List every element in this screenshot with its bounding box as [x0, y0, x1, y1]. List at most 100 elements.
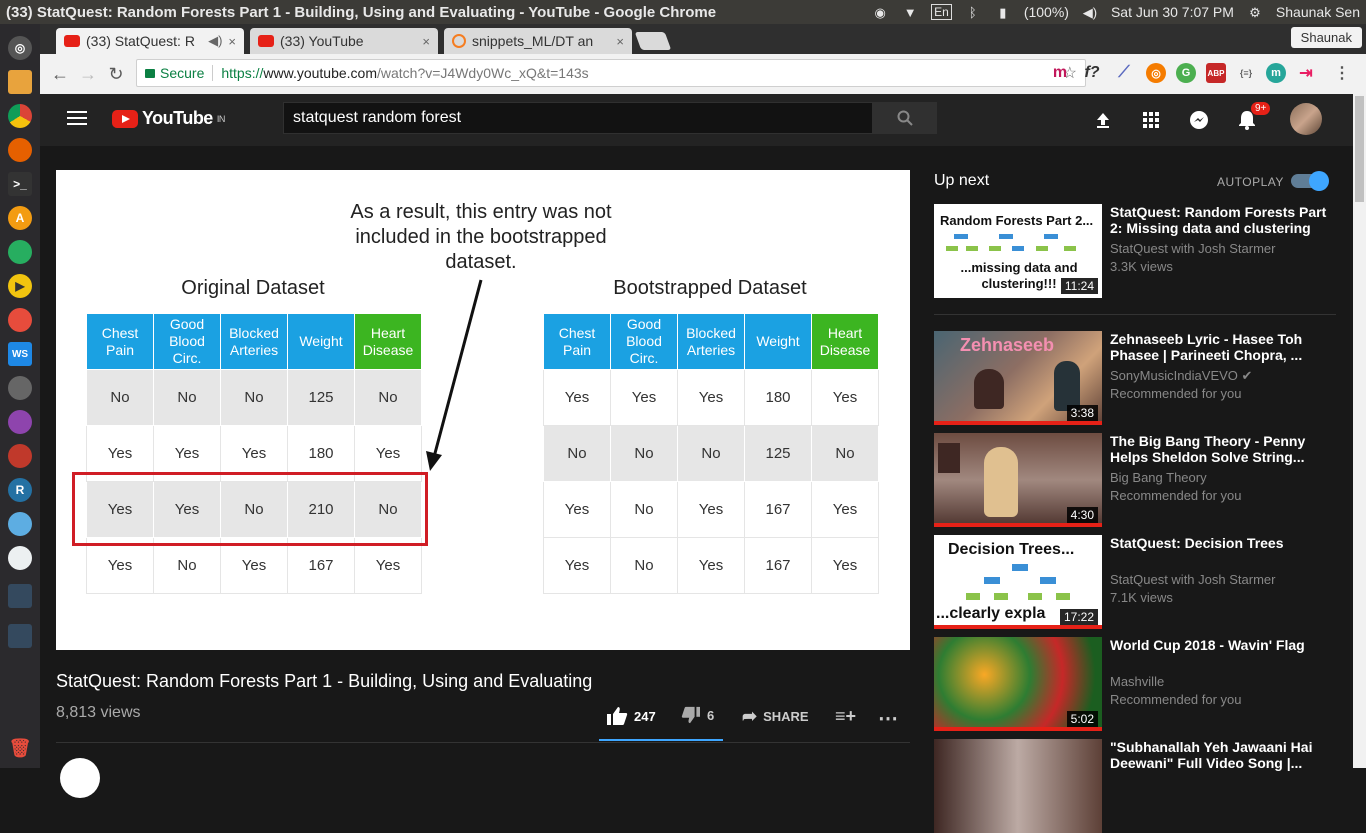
video-thumbnail[interactable]: Random Forests Part 2... ...missing data… — [934, 204, 1102, 298]
database-icon[interactable] — [8, 376, 32, 400]
recommended-video[interactable]: Zehnaseeb 3:38 Zehnaseeb Lyric - Hasee T… — [934, 331, 1334, 425]
battery-icon[interactable]: ▮ — [994, 5, 1012, 20]
video-thumbnail[interactable]: Decision Trees... ...clearly expla 17:22 — [934, 535, 1102, 629]
extension-m-icon[interactable]: m — [1050, 63, 1070, 83]
system-tray: ◉ ▼ En ᛒ ▮ (100%) ◀) Sat Jun 30 7:07 PM … — [871, 4, 1366, 20]
upload-icon[interactable] — [1091, 108, 1115, 132]
dislike-button[interactable]: 6 — [681, 706, 714, 724]
tab-close-icon[interactable]: × — [228, 34, 236, 49]
tree-diagram-graphic — [966, 564, 1070, 600]
tab-snippets[interactable]: snippets_ML/DT an × — [444, 28, 632, 54]
app-icon[interactable] — [8, 308, 32, 332]
settings-app-icon[interactable] — [8, 444, 32, 468]
json-extension-icon[interactable]: {≡} — [1236, 63, 1256, 83]
thumbs-down-icon — [681, 706, 700, 724]
toggle-knob[interactable] — [1309, 171, 1329, 191]
extension-pink-icon[interactable]: ⇥ — [1296, 63, 1316, 83]
bluetooth-icon[interactable]: ᛒ — [964, 5, 982, 20]
channel-name[interactable]: Big Bang Theory — [1110, 470, 1207, 485]
autoplay-toggle[interactable] — [1291, 171, 1329, 191]
recommended-video[interactable]: "Subhanallah Yeh Jawaani Hai Deewani" Fu… — [934, 739, 1334, 833]
video-duration: 4:30 — [1066, 507, 1098, 523]
atom-icon[interactable] — [8, 410, 32, 434]
adblock-icon[interactable]: ABP — [1206, 63, 1226, 83]
video-title-link[interactable]: The Big Bang Theory - Penny Helps Sheldo… — [1110, 433, 1330, 465]
extension-formula-icon[interactable]: f? — [1082, 63, 1102, 83]
user-name[interactable]: Shaunak Sen — [1276, 4, 1360, 20]
chrome-menu-icon[interactable]: ⋮ — [1332, 63, 1352, 83]
secure-indicator[interactable]: Secure — [145, 65, 214, 81]
address-bar[interactable]: Secure https://www.youtube.com/watch?v=J… — [136, 59, 1086, 87]
video-thumbnail[interactable]: 5:02 — [934, 637, 1102, 731]
tab-close-icon[interactable]: × — [422, 34, 430, 49]
reload-icon[interactable]: ↻ — [102, 64, 130, 85]
scrollbar-thumb[interactable] — [1355, 96, 1364, 202]
drive-icon[interactable] — [8, 584, 32, 608]
share-button[interactable]: ➦ SHARE — [742, 706, 809, 727]
video-title-link[interactable]: Zehnaseeb Lyric - Hasee Toh Phasee | Par… — [1110, 331, 1330, 363]
recommended-video[interactable]: 5:02 World Cup 2018 - Wavin' Flag Mashvi… — [934, 637, 1334, 731]
youtube-logo[interactable]: YouTube IN — [112, 108, 225, 129]
channel-name[interactable]: Mashville — [1110, 674, 1164, 689]
add-to-playlist-icon[interactable]: ≡+ — [835, 706, 856, 727]
recommended-video[interactable]: Decision Trees... ...clearly expla 17:22… — [934, 535, 1334, 629]
tab-youtube[interactable]: (33) YouTube × — [250, 28, 438, 54]
notification-count-badge: 9+ — [1251, 102, 1271, 115]
chat-icon[interactable]: ◉ — [871, 5, 889, 20]
apps-grid-icon[interactable] — [1139, 108, 1163, 132]
wifi-icon[interactable]: ▼ — [901, 5, 919, 20]
tab-statquest[interactable]: (33) StatQuest: R ◀) × — [56, 28, 244, 54]
webstorm-icon[interactable]: WS — [8, 342, 32, 366]
r-icon[interactable]: R — [8, 478, 32, 502]
ubuntu-icon[interactable]: ◎ — [8, 36, 32, 60]
media-player-icon[interactable]: ▶ — [8, 274, 32, 298]
extension-orange-icon[interactable]: ◎ — [1146, 63, 1166, 83]
channel-name[interactable]: StatQuest with Josh Starmer — [1110, 241, 1275, 256]
profile-button[interactable]: Shaunak — [1290, 27, 1362, 48]
drive-icon-2[interactable] — [8, 624, 32, 648]
disk-usage-icon[interactable] — [8, 546, 32, 570]
terminal-icon[interactable]: >_ — [8, 172, 32, 196]
files-icon[interactable] — [8, 70, 32, 94]
firefox-icon[interactable] — [8, 138, 32, 162]
channel-name[interactable]: SonyMusicIndiaVEVO ✔ — [1110, 368, 1252, 384]
ubuntu-software-icon[interactable]: A — [8, 206, 32, 230]
search-input[interactable]: statquest random forest — [283, 102, 873, 134]
settings-icon[interactable]: ⚙ — [1246, 5, 1264, 20]
channel-avatar[interactable] — [60, 758, 100, 798]
video-title-link[interactable]: World Cup 2018 - Wavin' Flag — [1110, 637, 1330, 653]
weather-icon[interactable] — [8, 512, 32, 536]
chrome-icon[interactable] — [8, 104, 32, 128]
recommended-video[interactable]: Random Forests Part 2... ...missing data… — [934, 204, 1334, 298]
like-button[interactable]: 247 — [606, 706, 656, 726]
more-actions-icon[interactable]: ⋯ — [878, 706, 898, 731]
video-title-link[interactable]: StatQuest: Decision Trees — [1110, 535, 1330, 551]
back-arrow-icon[interactable]: ← — [46, 64, 74, 85]
video-thumbnail[interactable] — [934, 739, 1102, 833]
video-title-link[interactable]: "Subhanallah Yeh Jawaani Hai Deewani" Fu… — [1110, 739, 1330, 771]
grammarly-icon[interactable]: G — [1176, 63, 1196, 83]
video-thumbnail[interactable]: Zehnaseeb 3:38 — [934, 331, 1102, 425]
volume-icon[interactable]: ◀) — [1081, 5, 1099, 20]
page-scrollbar[interactable] — [1353, 94, 1366, 768]
forward-arrow-icon[interactable]: → — [74, 64, 102, 85]
new-tab-button[interactable] — [634, 32, 672, 50]
messages-icon[interactable] — [1187, 108, 1211, 132]
toggle-app-icon[interactable] — [8, 240, 32, 264]
audio-icon[interactable]: ◀) — [208, 33, 222, 49]
video-title-link[interactable]: StatQuest: Random Forests Part 2: Missin… — [1110, 204, 1330, 236]
video-player[interactable]: As a result, this entry was not included… — [56, 170, 910, 650]
account-avatar[interactable] — [1290, 103, 1322, 135]
recommended-video[interactable]: 4:30 The Big Bang Theory - Penny Helps S… — [934, 433, 1334, 527]
hamburger-menu-icon[interactable] — [67, 111, 87, 129]
trash-icon[interactable]: 🗑 — [8, 736, 32, 760]
extension-v-icon[interactable]: ⟋ — [1114, 63, 1134, 83]
tab-close-icon[interactable]: × — [616, 34, 624, 49]
keyboard-language[interactable]: En — [931, 4, 952, 20]
channel-name[interactable]: StatQuest with Josh Starmer — [1110, 572, 1275, 587]
clock[interactable]: Sat Jun 30 7:07 PM — [1111, 4, 1234, 20]
extension-teal-icon[interactable]: m — [1266, 63, 1286, 83]
video-thumbnail[interactable]: 4:30 — [934, 433, 1102, 527]
battery-percent[interactable]: (100%) — [1024, 4, 1069, 20]
search-button[interactable] — [873, 102, 937, 134]
